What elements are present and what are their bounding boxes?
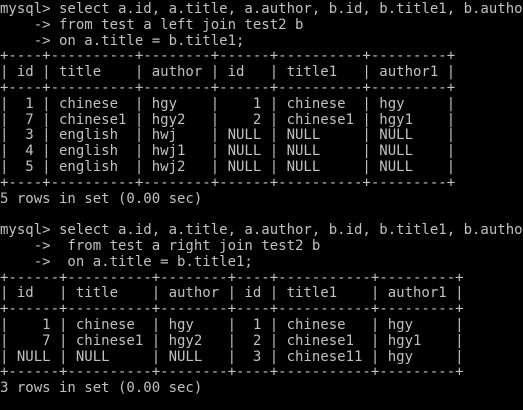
query1-table-border-mid: +----+----------+--------+------+-------… [0, 79, 456, 96]
query1-command: mysql> select a.id, a.title, a.author, b… [0, 1, 523, 17]
terminal-window[interactable]: mysql> select a.id, a.title, a.author, b… [0, 0, 523, 410]
query2-table-row: | NULL | NULL | NULL | 3 | chinese11 | h… [0, 348, 464, 365]
query2-table-row: | 7 | chinese1 | hgy2 | 2 | chinese1 | h… [0, 332, 464, 349]
query1-table-row: | 5 | english | hwj2 | NULL | NULL | NUL… [0, 158, 456, 175]
query1-table-row: | 7 | chinese1 | hgy2 | 2 | chinese1 | h… [0, 111, 456, 128]
query1-table-border-top: +----+----------+--------+------+-------… [0, 48, 456, 65]
query2-command: mysql> select a.id, a.title, a.author, b… [0, 222, 523, 239]
query2-table-border-bottom: +------+----------+--------+----+-------… [0, 364, 464, 381]
query1-table-row: | 3 | english | hwj | NULL | NULL | NULL… [0, 127, 456, 144]
query1-table-row: | 4 | english | hwj1 | NULL | NULL | NUL… [0, 143, 456, 160]
query1-table-row: | 1 | chinese | hgy | 1 | chinese | hgy … [0, 95, 456, 112]
query1-continuation-2: -> on a.title = b.title1; [0, 32, 245, 49]
query2-continuation-1: -> from test a right join test2 b [0, 237, 321, 254]
query2-result-summary: 3 rows in set (0.00 sec) [0, 380, 203, 397]
query2-table-header: | id | title | author | id | title1 | au… [0, 285, 464, 302]
query1-table-header: | id | title | author | id | title1 | au… [0, 64, 456, 81]
query2-table-border-mid: +------+----------+--------+----+-------… [0, 301, 464, 318]
query2-table-border-top: +------+----------+--------+----+-------… [0, 269, 464, 286]
query1-continuation-1: -> from test a left join test2 b [0, 16, 304, 33]
query2-continuation-2: -> on a.title = b.title1; [0, 253, 253, 270]
query1-result-summary: 5 rows in set (0.00 sec) [0, 190, 203, 207]
query2-table-row: | 1 | chinese | hgy | 1 | chinese | hgy … [0, 316, 464, 333]
query1-table-border-bottom: +----+----------+--------+------+-------… [0, 174, 456, 191]
